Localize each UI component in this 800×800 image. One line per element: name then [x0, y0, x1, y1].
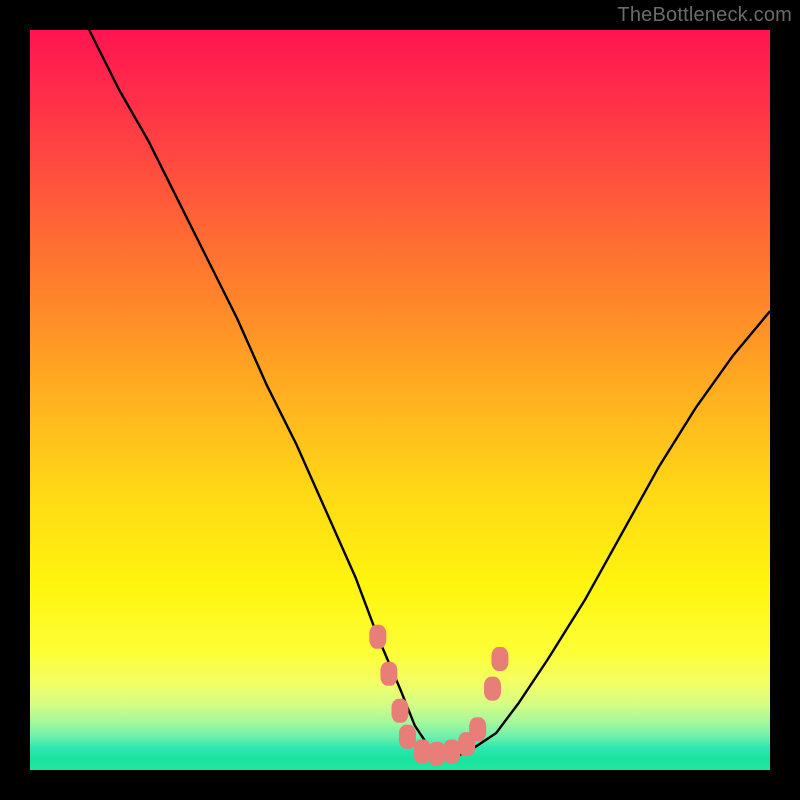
highlight-marker	[392, 699, 409, 723]
highlight-marker	[369, 625, 386, 649]
highlight-marker	[469, 717, 486, 741]
chart-frame: TheBottleneck.com	[0, 0, 800, 800]
highlight-marker	[484, 677, 501, 701]
highlight-marker	[491, 647, 508, 671]
highlight-marker	[399, 725, 416, 749]
watermark-text: TheBottleneck.com	[617, 4, 792, 27]
highlight-markers	[369, 625, 508, 766]
plot-area	[30, 30, 770, 770]
highlight-marker	[414, 740, 431, 764]
highlight-marker	[380, 662, 397, 686]
curve-path	[89, 30, 770, 755]
bottleneck-curve	[30, 30, 770, 770]
highlight-marker	[429, 742, 446, 766]
highlight-marker	[443, 740, 460, 764]
